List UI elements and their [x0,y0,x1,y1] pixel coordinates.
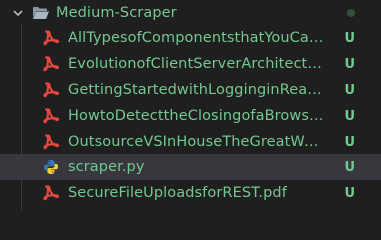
file-label: GettingStartedwithLogginginReact.pdf [68,82,325,98]
folder-status-dot [347,9,355,17]
file-label: EvolutionofClientServerArchitecture.pdf [68,56,325,72]
file-label: SecureFileUploadsforREST.pdf [68,185,287,201]
git-status-badge: U [344,56,355,72]
chevron-down-icon[interactable] [10,5,26,21]
file-label: AllTypesofComponentsthatYouCanUse... [68,30,325,46]
pdf-icon [42,81,60,99]
file-explorer: Medium-Scraper AllTypesofComponentsthatY… [0,0,381,210]
file-row[interactable]: HowtoDetecttheClosingofaBrowserTab... U [0,103,381,129]
file-row[interactable]: SecureFileUploadsforREST.pdf U [0,180,381,206]
file-label: HowtoDetecttheClosingofaBrowserTab... [68,108,325,124]
folder-label: Medium-Scraper [56,5,177,21]
file-label: OutsourceVSInHouseTheGreatWebScr... [68,134,325,150]
git-status-badge: U [344,82,355,98]
file-row[interactable]: OutsourceVSInHouseTheGreatWebScr... U [0,129,381,155]
file-row[interactable]: AllTypesofComponentsthatYouCanUse... U [0,25,381,51]
git-status-badge: U [344,159,355,175]
python-icon [42,158,60,176]
pdf-icon [42,107,60,125]
pdf-icon [42,29,60,47]
pdf-icon [42,184,60,202]
git-status-badge: U [344,185,355,201]
file-row[interactable]: EvolutionofClientServerArchitecture.pdf … [0,51,381,77]
git-status-badge: U [344,134,355,150]
folder-open-icon [32,5,50,21]
folder-row-medium-scraper[interactable]: Medium-Scraper [0,0,381,26]
pdf-icon [42,133,60,151]
file-row[interactable]: GettingStartedwithLogginginReact.pdf U [0,77,381,103]
file-label: scraper.py [68,159,145,175]
git-status-badge: U [344,30,355,46]
git-status-badge: U [344,108,355,124]
file-row-selected[interactable]: scraper.py U [0,154,381,180]
pdf-icon [42,55,60,73]
